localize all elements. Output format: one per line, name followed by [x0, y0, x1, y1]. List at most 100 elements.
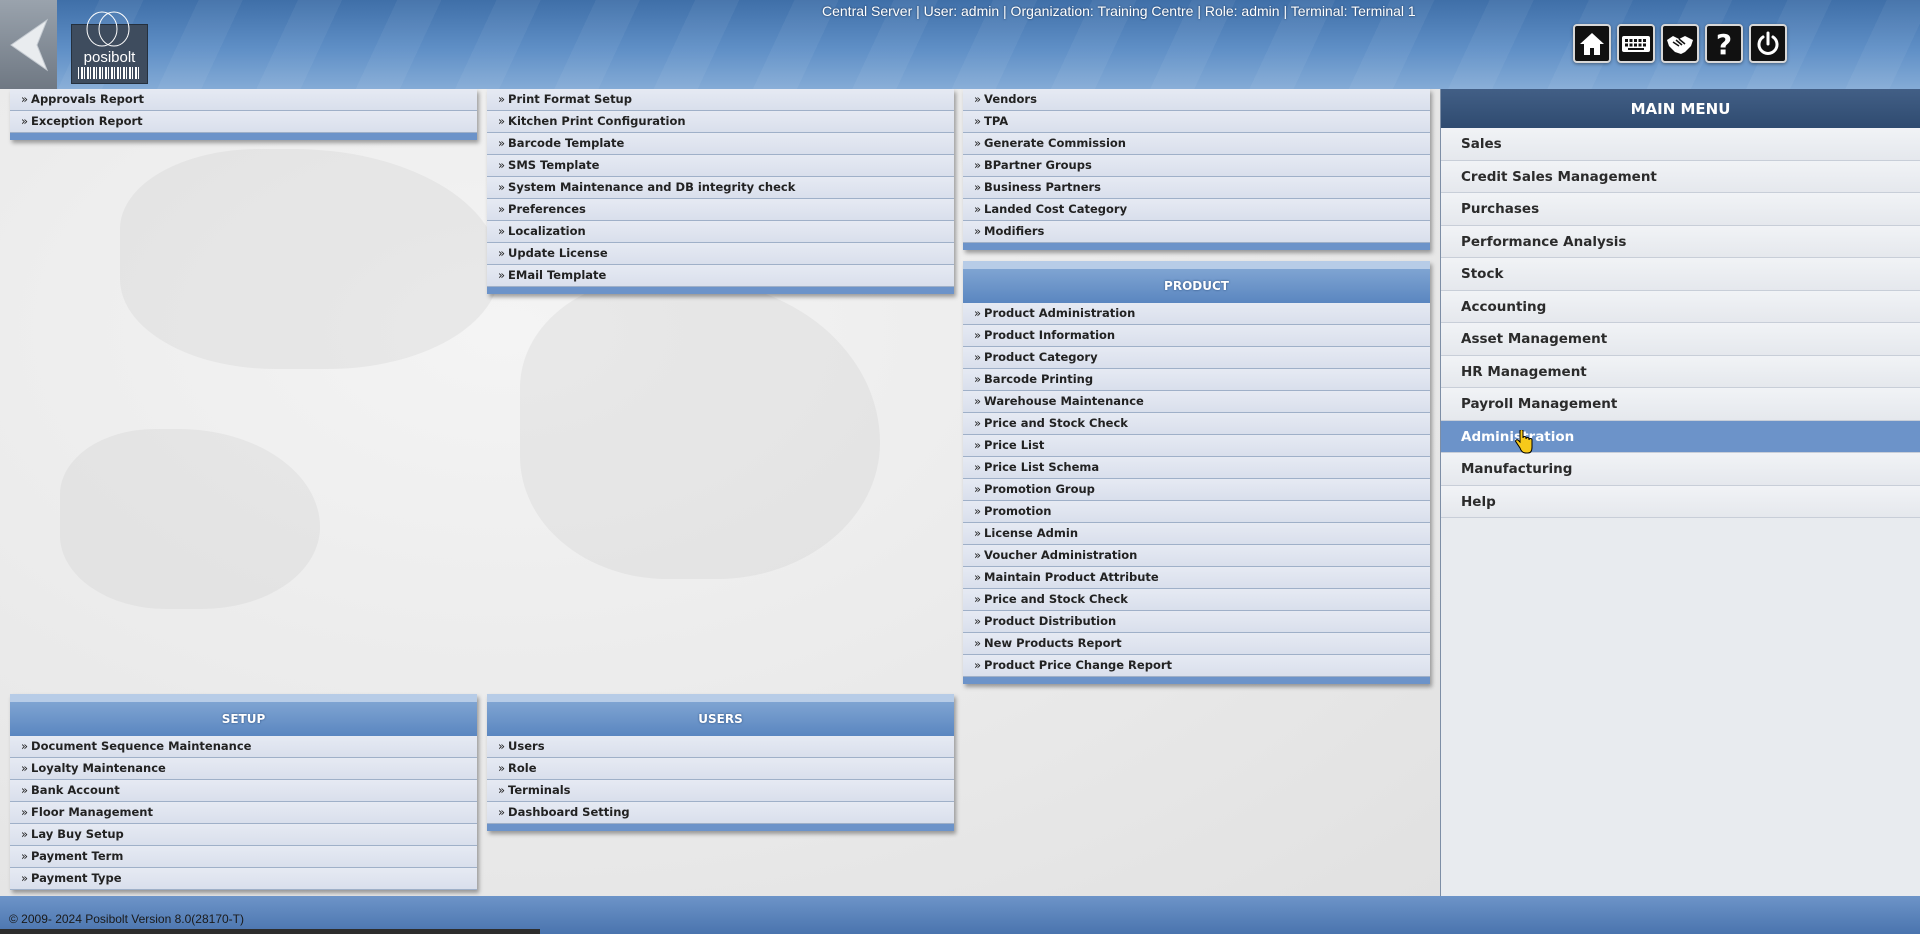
menu-link-label: Product Information — [984, 328, 1116, 342]
main-menu-item-credit-sales-management[interactable]: Credit Sales Management — [1441, 160, 1920, 193]
power-icon — [1757, 31, 1779, 55]
menu-link[interactable]: » Product Category — [963, 347, 1430, 369]
main-menu-item-purchases[interactable]: Purchases — [1441, 193, 1920, 226]
menu-link[interactable]: » SMS Template — [487, 155, 954, 177]
menu-link[interactable]: » Modifiers — [963, 221, 1430, 243]
menu-link-label: Kitchen Print Configuration — [508, 114, 686, 128]
menu-link[interactable]: » Floor Management — [10, 802, 477, 824]
menu-link-label: Generate Commission — [984, 136, 1126, 150]
handshake-button[interactable] — [1661, 24, 1699, 63]
menu-link[interactable]: » Barcode Printing — [963, 369, 1430, 391]
panel-footer — [963, 677, 1430, 684]
menu-link-label: Business Partners — [984, 180, 1102, 194]
session-info: Central Server | User: admin | Organizat… — [822, 3, 1416, 19]
menu-link[interactable]: » Kitchen Print Configuration — [487, 111, 954, 133]
menu-link[interactable]: » Bank Account — [10, 780, 477, 802]
menu-link[interactable]: » Localization — [487, 221, 954, 243]
menu-link[interactable]: » Print Format Setup — [487, 89, 954, 111]
main-menu-item-administration[interactable]: Administration — [1441, 420, 1920, 453]
panel-footer — [10, 133, 477, 140]
main-menu: MAIN MENU Sales Credit Sales Management … — [1440, 89, 1920, 896]
menu-link[interactable]: » Voucher Administration — [963, 545, 1430, 567]
menu-link[interactable]: » Product Distribution — [963, 611, 1430, 633]
menu-link[interactable]: » Price List — [963, 435, 1430, 457]
menu-link-label: Users — [508, 739, 545, 753]
menu-link[interactable]: » Users — [487, 736, 954, 758]
menu-link-label: License Admin — [984, 526, 1079, 540]
menu-link-label: Approvals Report — [31, 92, 144, 106]
menu-link[interactable]: » Business Partners — [963, 177, 1430, 199]
menu-link[interactable]: » Price and Stock Check — [963, 413, 1430, 435]
main-menu-item-accounting[interactable]: Accounting — [1441, 290, 1920, 323]
menu-link-label: Print Format Setup — [508, 92, 632, 106]
main-menu-item-stock[interactable]: Stock — [1441, 258, 1920, 291]
menu-link-label: Maintain Product Attribute — [984, 570, 1159, 584]
menu-link[interactable]: » Price List Schema — [963, 457, 1430, 479]
back-button[interactable] — [0, 0, 57, 89]
menu-link[interactable]: » Document Sequence Maintenance — [10, 736, 477, 758]
posibolt-logo: posibolt — [71, 11, 148, 84]
world-map-shape — [520, 279, 880, 579]
menu-link[interactable]: » Product Information — [963, 325, 1430, 347]
menu-link-label: New Products Report — [984, 636, 1122, 650]
main-menu-item-performance-analysis[interactable]: Performance Analysis — [1441, 225, 1920, 258]
menu-link[interactable]: » Landed Cost Category — [963, 199, 1430, 221]
logout-button[interactable] — [1749, 24, 1787, 63]
menu-link[interactable]: » Role — [487, 758, 954, 780]
menu-link-label: Floor Management — [31, 805, 153, 819]
menu-link[interactable]: » Promotion — [963, 501, 1430, 523]
panel-footer — [487, 287, 954, 294]
menu-link[interactable]: » Product Price Change Report — [963, 655, 1430, 677]
help-button[interactable]: ? — [1705, 24, 1743, 63]
panel-users: USERS » Users » Role » Terminals » Dashboard… — [487, 694, 954, 831]
menu-link[interactable]: » Price and Stock Check — [963, 589, 1430, 611]
menu-link-label: Document Sequence Maintenance — [31, 739, 252, 753]
keyboard-button[interactable] — [1617, 24, 1655, 63]
menu-link-label: Barcode Printing — [984, 372, 1094, 386]
menu-link[interactable]: » Payment Term — [10, 846, 477, 868]
menu-link[interactable]: » Exception Report — [10, 111, 477, 133]
menu-link[interactable]: » Dashboard Setting — [487, 802, 954, 824]
menu-link[interactable]: » Product Administration — [963, 303, 1430, 325]
menu-link[interactable]: » TPA — [963, 111, 1430, 133]
menu-link[interactable]: » Loyalty Maintenance — [10, 758, 477, 780]
menu-link[interactable]: » BPartner Groups — [963, 155, 1430, 177]
menu-link[interactable]: » Generate Commission — [963, 133, 1430, 155]
menu-link[interactable]: » Update License — [487, 243, 954, 265]
menu-link-label: Product Price Change Report — [984, 658, 1173, 672]
menu-link[interactable]: » Terminals — [487, 780, 954, 802]
menu-link-label: Voucher Administration — [984, 548, 1138, 562]
world-map-shape — [120, 149, 500, 369]
menu-link[interactable]: » Warehouse Maintenance — [963, 391, 1430, 413]
menu-link[interactable]: » Promotion Group — [963, 479, 1430, 501]
menu-link[interactable]: » Maintain Product Attribute — [963, 567, 1430, 589]
menu-link[interactable]: » Preferences — [487, 199, 954, 221]
menu-link[interactable]: » Barcode Template — [487, 133, 954, 155]
menu-link-label: Lay Buy Setup — [31, 827, 124, 841]
menu-link[interactable]: » Payment Type — [10, 868, 477, 890]
main-menu-title: MAIN MENU — [1441, 89, 1920, 128]
menu-link[interactable]: » Vendors — [963, 89, 1430, 111]
menu-link-label: Price List Schema — [984, 460, 1100, 474]
menu-link[interactable]: » Lay Buy Setup — [10, 824, 477, 846]
menu-link[interactable]: » Approvals Report — [10, 89, 477, 111]
menu-link-label: Dashboard Setting — [508, 805, 630, 819]
panel-title: SETUP — [10, 694, 477, 736]
menu-link[interactable]: » System Maintenance and DB integrity che… — [487, 177, 954, 199]
menu-link-label: Modifiers — [984, 224, 1045, 238]
menu-link-label: Promotion Group — [984, 482, 1095, 496]
barcode-icon — [78, 67, 141, 79]
svg-text:?: ? — [1716, 29, 1732, 59]
main-menu-item-sales[interactable]: Sales — [1441, 128, 1920, 161]
main-menu-item-help[interactable]: Help — [1441, 485, 1920, 518]
menu-link-label: Loyalty Maintenance — [31, 761, 166, 775]
main-menu-item-hr-management[interactable]: HR Management — [1441, 355, 1920, 388]
menu-link[interactable]: » New Products Report — [963, 633, 1430, 655]
menu-link-label: EMail Template — [508, 268, 607, 282]
menu-link[interactable]: » EMail Template — [487, 265, 954, 287]
menu-link[interactable]: » License Admin — [963, 523, 1430, 545]
main-menu-item-manufacturing[interactable]: Manufacturing — [1441, 453, 1920, 486]
main-menu-item-payroll-management[interactable]: Payroll Management — [1441, 388, 1920, 421]
main-menu-item-asset-management[interactable]: Asset Management — [1441, 323, 1920, 356]
home-button[interactable] — [1573, 24, 1611, 63]
